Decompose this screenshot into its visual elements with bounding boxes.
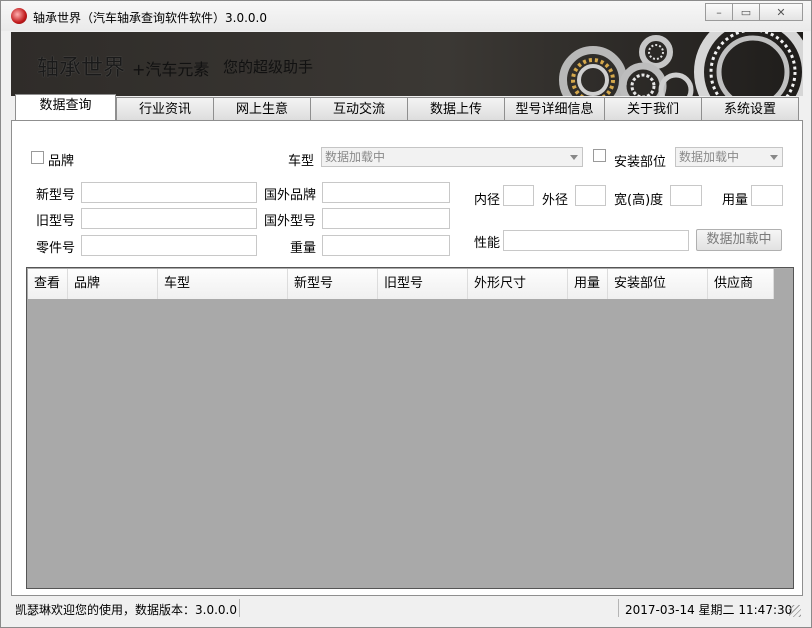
foreign-model-input[interactable] bbox=[322, 208, 450, 229]
status-datetime: 2017-03-14 星期二 11:47:30 bbox=[625, 603, 793, 617]
results-grid[interactable]: 查看 品牌 车型 新型号 旧型号 外形尺寸 用量 安装部位 供应商 bbox=[26, 267, 794, 589]
close-button[interactable]: ✕ bbox=[759, 3, 803, 21]
foreign-brand-input[interactable] bbox=[322, 182, 450, 203]
tab-industry-news[interactable]: 行业资讯 bbox=[116, 97, 214, 121]
install-pos-select-value: 数据加载中 bbox=[679, 150, 740, 164]
brand-checkbox[interactable] bbox=[31, 151, 44, 164]
install-pos-label: 安装部位 bbox=[614, 155, 667, 170]
column-header[interactable]: 外形尺寸 bbox=[468, 269, 568, 299]
column-header[interactable]: 品牌 bbox=[68, 269, 158, 299]
app-logo-icon bbox=[11, 8, 27, 24]
column-header[interactable]: 车型 bbox=[158, 269, 288, 299]
inner-diameter-label: 内径 bbox=[474, 193, 501, 208]
chevron-down-icon bbox=[570, 155, 578, 160]
old-model-label: 旧型号 bbox=[36, 214, 76, 229]
column-header[interactable]: 旧型号 bbox=[378, 269, 468, 299]
column-header[interactable]: 新型号 bbox=[288, 269, 378, 299]
car-model-select-value: 数据加载中 bbox=[325, 150, 386, 164]
tab-about-us[interactable]: 关于我们 bbox=[604, 97, 702, 121]
main-window: 轴承世界（汽车轴承查询软件软件）3.0.0.0 – ▭ ✕ 轴承世界 +汽车元素… bbox=[0, 0, 812, 628]
new-model-input[interactable] bbox=[81, 182, 257, 203]
tab-strip: 数据查询 行业资讯 网上生意 互动交流 数据上传 型号详细信息 关于我们 系统设… bbox=[15, 94, 799, 121]
outer-diameter-input[interactable] bbox=[575, 185, 606, 206]
status-divider bbox=[239, 599, 240, 617]
inner-diameter-input[interactable] bbox=[503, 185, 534, 206]
brand-label: 品牌 bbox=[48, 154, 75, 169]
car-model-label: 车型 bbox=[288, 154, 315, 169]
tab-online-business[interactable]: 网上生意 bbox=[213, 97, 311, 121]
foreign-brand-label: 国外品牌 bbox=[264, 188, 317, 203]
maximize-button[interactable]: ▭ bbox=[732, 3, 760, 21]
install-pos-checkbox[interactable] bbox=[593, 149, 606, 162]
minimize-button[interactable]: – bbox=[705, 3, 733, 21]
width-label: 宽(高)度 bbox=[614, 193, 664, 208]
outer-diameter-label: 外径 bbox=[542, 193, 569, 208]
usage-input[interactable] bbox=[751, 185, 783, 206]
car-model-select[interactable]: 数据加载中 bbox=[321, 147, 583, 167]
new-model-label: 新型号 bbox=[36, 188, 76, 203]
width-input[interactable] bbox=[670, 185, 702, 206]
chevron-down-icon bbox=[770, 155, 778, 160]
tab-data-query[interactable]: 数据查询 bbox=[15, 94, 116, 121]
grid-header: 查看 品牌 车型 新型号 旧型号 外形尺寸 用量 安装部位 供应商 bbox=[28, 269, 774, 299]
foreign-model-label: 国外型号 bbox=[264, 214, 317, 229]
close-icon: ✕ bbox=[776, 5, 786, 19]
bearings-image bbox=[559, 32, 803, 96]
install-pos-select[interactable]: 数据加载中 bbox=[675, 147, 783, 167]
column-header[interactable]: 查看 bbox=[28, 269, 68, 299]
performance-label: 性能 bbox=[474, 236, 501, 251]
banner-slogan-2: 您的超级助手 bbox=[223, 58, 314, 76]
weight-input[interactable] bbox=[322, 235, 450, 256]
window-controls: – ▭ ✕ bbox=[705, 3, 803, 21]
status-divider bbox=[618, 599, 619, 617]
tab-interaction[interactable]: 互动交流 bbox=[310, 97, 408, 121]
performance-input[interactable] bbox=[503, 230, 689, 251]
loading-button[interactable]: 数据加载中 bbox=[696, 229, 782, 251]
part-no-label: 零件号 bbox=[36, 241, 76, 256]
usage-label: 用量 bbox=[722, 193, 749, 208]
minimize-icon: – bbox=[716, 5, 722, 19]
column-header[interactable]: 安装部位 bbox=[608, 269, 708, 299]
status-bar: 凯瑟琳欢迎您的使用，数据版本：3.0.0.0 2017-03-14 星期二 11… bbox=[11, 597, 803, 619]
column-header[interactable]: 供应商 bbox=[708, 269, 774, 299]
banner-slogan-1: +汽车元素 bbox=[132, 60, 210, 79]
weight-label: 重量 bbox=[290, 241, 317, 256]
window-title: 轴承世界（汽车轴承查询软件软件）3.0.0.0 bbox=[33, 11, 267, 25]
column-header[interactable]: 用量 bbox=[568, 269, 608, 299]
resize-grip-icon[interactable] bbox=[789, 605, 801, 617]
status-welcome: 凯瑟琳欢迎您的使用，数据版本：3.0.0.0 bbox=[15, 603, 237, 617]
tab-data-upload[interactable]: 数据上传 bbox=[407, 97, 505, 121]
tab-settings[interactable]: 系统设置 bbox=[701, 97, 799, 121]
maximize-icon: ▭ bbox=[740, 5, 752, 19]
title-bar[interactable]: 轴承世界（汽车轴承查询软件软件）3.0.0.0 – ▭ ✕ bbox=[1, 1, 811, 31]
part-no-input[interactable] bbox=[81, 235, 257, 256]
old-model-input[interactable] bbox=[81, 208, 257, 229]
tab-model-details[interactable]: 型号详细信息 bbox=[504, 97, 605, 121]
banner-brand: 轴承世界 bbox=[37, 56, 126, 81]
header-banner: 轴承世界 +汽车元素 您的超级助手 bbox=[11, 32, 803, 96]
